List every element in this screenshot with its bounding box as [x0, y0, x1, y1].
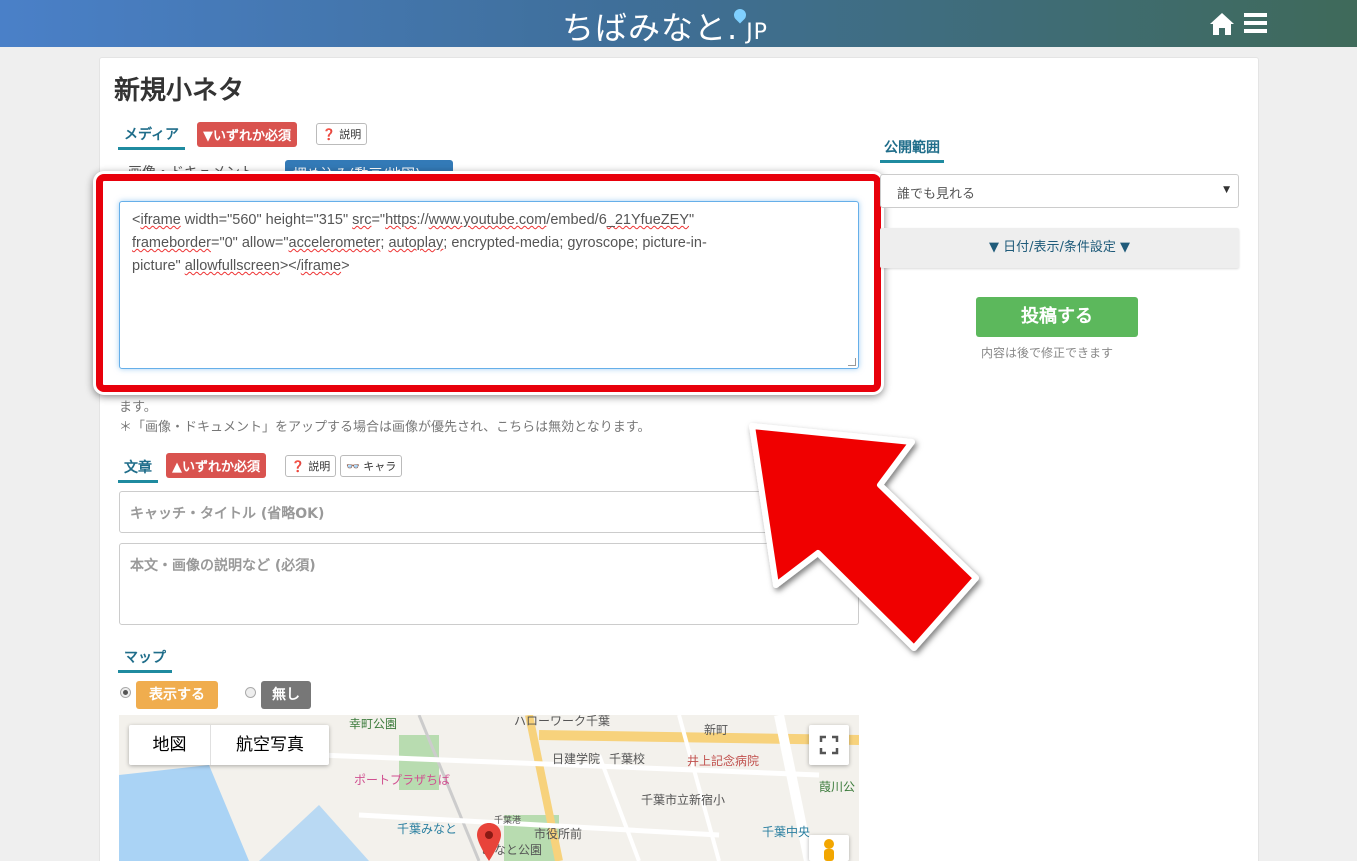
question-icon: ❓	[291, 460, 305, 473]
embed-code-textarea[interactable]: <iframe width="560" height="315" src="ht…	[119, 201, 859, 369]
hamburger-menu-icon[interactable]	[1244, 13, 1267, 34]
place-label: 幸町公園	[349, 717, 398, 731]
map-type-toggle: 地図 航空写真	[129, 725, 329, 765]
caret-down-icon: ▼	[1223, 185, 1230, 195]
question-icon: ❓	[322, 128, 336, 141]
media-note-1: ます。	[119, 400, 157, 415]
place-label: 新町	[704, 723, 729, 737]
map-show-button[interactable]: 表示する	[136, 681, 218, 709]
post-note: 内容は後で修正できます	[981, 346, 1114, 360]
logo-jp: JP	[746, 20, 768, 45]
place-label: 市役所前	[534, 827, 583, 841]
visibility-select[interactable]: 誰でも見れる ▼	[880, 174, 1239, 208]
place-label: 千葉校	[609, 752, 646, 766]
visibility-value: 誰でも見れる	[897, 187, 976, 202]
pegman-icon[interactable]	[809, 835, 849, 861]
media-help-button[interactable]: ❓ 説明	[316, 123, 368, 145]
map-none-button[interactable]: 無し	[261, 681, 311, 709]
map-show-radio[interactable]	[120, 687, 131, 698]
place-label: 千葉市立新宿小	[641, 793, 726, 807]
text-required-badge: ▲いずれか必須	[166, 453, 266, 478]
media-label: メディア	[118, 124, 186, 150]
resize-handle[interactable]	[848, 358, 856, 366]
site-logo[interactable]: ちばみなと. JP	[562, 3, 768, 49]
map-pin-icon[interactable]	[477, 823, 501, 861]
map-type-aerial[interactable]: 航空写真	[211, 725, 329, 765]
logo-text: ちばみなと.	[562, 9, 739, 47]
page-title: 新規小ネタ	[114, 76, 245, 106]
place-label: ポートプラザちば	[354, 773, 451, 787]
place-label: 葭川公	[819, 780, 856, 794]
map-label: マップ	[118, 647, 172, 673]
body-textarea[interactable]: 本文・画像の説明など (必須)	[119, 543, 859, 625]
place-label: 井上記念病院	[687, 754, 760, 768]
media-required-badge: ▼いずれか必須	[197, 122, 297, 147]
map-type-map[interactable]: 地図	[129, 725, 211, 765]
map-none-radio[interactable]	[245, 687, 256, 698]
place-label: 日建学院	[552, 752, 601, 766]
date-settings-toggle[interactable]: ▼ 日付/表示/条件設定 ▼	[880, 228, 1239, 268]
media-note-2: ＊「画像・ドキュメント」をアップする場合は画像が優先され、こちらは無効となります…	[119, 420, 651, 435]
embed-line-2: frameborder="0" allow="accelerometer; au…	[132, 235, 707, 251]
embed-line-3: picture" allowfullscreen></iframe>	[132, 258, 350, 274]
fullscreen-icon[interactable]	[809, 725, 849, 765]
title-input[interactable]: キャッチ・タイトル (省略OK)	[119, 491, 859, 533]
top-bar: ちばみなと. JP	[0, 0, 1357, 47]
place-label: 千葉中央	[762, 825, 811, 839]
chara-button[interactable]: 👓 キャラ	[340, 455, 403, 477]
place-label: ハローワーク千葉	[514, 715, 611, 728]
embed-line-1: <iframe width="560" height="315" src="ht…	[132, 212, 695, 228]
home-icon[interactable]	[1209, 12, 1235, 36]
text-label: 文章	[118, 457, 158, 483]
glasses-icon: 👓	[346, 460, 360, 473]
place-label: 千葉みなと	[397, 822, 458, 836]
text-help-button[interactable]: ❓ 説明	[285, 455, 337, 477]
visibility-label: 公開範囲	[880, 137, 944, 163]
post-button[interactable]: 投稿する	[976, 297, 1138, 337]
